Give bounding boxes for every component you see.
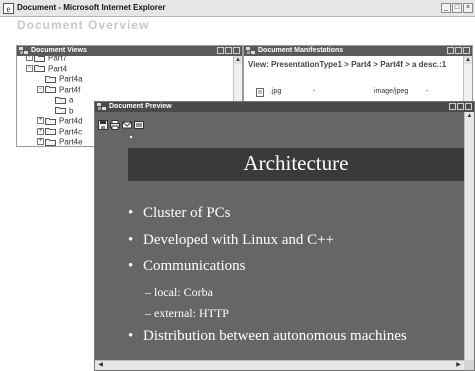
svg-text:e: e [7, 4, 11, 14]
mail-icon[interactable] [122, 120, 132, 130]
manifestation-breadcrumb: View: PresentationType1 > Part4 > Part4f… [248, 60, 447, 69]
window-title: Document - Microsoft Internet Explorer [17, 3, 166, 12]
manifestation-name: .jpg [270, 88, 282, 95]
tree-item-label: Part7 [48, 56, 68, 63]
panel-minimize-icon[interactable] [449, 103, 456, 110]
manifestations-header: Document Manifestations [244, 46, 472, 56]
minimize-button[interactable]: _ [441, 3, 451, 13]
slide-dot [130, 136, 132, 138]
close-button[interactable]: × [463, 3, 473, 13]
copy-icon[interactable] [134, 120, 144, 130]
panel-restore-icon[interactable] [455, 47, 462, 54]
internet-explorer-icon: e [3, 3, 14, 14]
panel-minimize-icon[interactable] [217, 47, 224, 54]
scroll-corner [464, 360, 474, 370]
folder-icon [45, 117, 56, 125]
scroll-right-icon[interactable]: ▶ [454, 361, 463, 370]
panel-close-icon[interactable] [465, 103, 472, 110]
tree-item-label: Part4a [59, 74, 83, 84]
document-preview-window: Document Preview Architecture • Cluster o… [94, 101, 475, 371]
manifestation-row[interactable]: .jpg - image/jpeg - [256, 88, 460, 100]
page-title: Document Overview [17, 18, 150, 32]
expander-icon[interactable]: + [37, 138, 44, 146]
scroll-up-icon[interactable]: ▲ [465, 112, 474, 121]
folder-icon [55, 96, 66, 104]
panel-restore-icon[interactable] [225, 47, 232, 54]
tree-item-label: Part4d [59, 116, 83, 126]
folder-icon [45, 128, 56, 136]
sub-bullet-1: – local: Corba [145, 285, 213, 299]
print-icon[interactable] [110, 120, 120, 130]
panel-close-icon[interactable] [233, 47, 240, 54]
bullet-1: • Cluster of PCs [128, 205, 231, 221]
window-title-bar: e Document - Microsoft Internet Explorer… [0, 0, 475, 17]
save-icon[interactable] [98, 120, 108, 130]
panel-restore-icon[interactable] [457, 103, 464, 110]
scroll-up-icon[interactable]: ▲ [234, 56, 242, 64]
manifestation-mime: image/jpeg [374, 88, 409, 95]
expander-icon[interactable]: − [26, 64, 33, 72]
folder-icon [45, 86, 56, 94]
tree-item-label: a [69, 95, 74, 105]
slide-title: Architecture [243, 151, 349, 175]
preview-title: Document Preview [109, 103, 172, 110]
folder-icon [45, 75, 56, 83]
folder-icon [34, 56, 45, 62]
bullet-text: Communications [143, 258, 246, 274]
tree-item-label: Part4c [59, 126, 83, 136]
bullet-text: Cluster of PCs [143, 205, 231, 221]
document-views-title: Document Views [31, 47, 87, 54]
views-icon [19, 47, 28, 54]
expander-icon[interactable]: + [37, 127, 44, 135]
preview-vertical-scrollbar[interactable]: ▲ [464, 112, 474, 360]
expander-icon[interactable]: − [37, 85, 44, 93]
document-manifestations-panel: Document Manifestations View: Presentati… [243, 45, 473, 105]
maximize-button[interactable]: □ [452, 3, 462, 13]
tree-item-label: Part4e [59, 137, 83, 146]
panel-close-icon[interactable] [463, 47, 470, 54]
slide: Architecture • Cluster of PCs • Developed … [95, 112, 464, 360]
slide-title-bar: Architecture [128, 148, 464, 181]
preview-header: Document Preview [95, 102, 474, 112]
document-views-header: Document Views [17, 46, 242, 56]
expander-icon[interactable]: + [37, 117, 44, 125]
folder-icon [45, 138, 56, 146]
file-icon [256, 88, 264, 97]
sub-bullet-2: – external: HTTP [145, 306, 229, 320]
scroll-left-icon[interactable]: ◀ [96, 361, 105, 370]
expander-icon[interactable]: + [26, 56, 33, 62]
tree-item-label: Part4 [48, 63, 68, 73]
folder-icon [34, 65, 45, 73]
tree-item[interactable]: + Part4e [37, 137, 83, 146]
manifestation-col2: - [313, 88, 316, 95]
scroll-up-icon[interactable]: ▲ [464, 56, 472, 64]
panel-minimize-icon[interactable] [447, 47, 454, 54]
manifestations-title: Document Manifestations [258, 47, 344, 54]
bullet-text: Distribution between autonomous machines [143, 328, 407, 344]
folder-icon [55, 107, 66, 115]
tree-item-label: Part4f [59, 84, 81, 94]
manifestations-scrollbar[interactable]: ▲ [463, 56, 472, 104]
bullet-4: • Distribution between autonomous machine… [128, 328, 407, 344]
manifestation-col4: - [426, 88, 429, 95]
manifestations-icon [246, 47, 255, 54]
bullet-text: Developed with Linux and C++ [143, 232, 335, 248]
preview-horizontal-scrollbar[interactable]: ◀ ▶ [95, 360, 464, 370]
preview-icon [97, 103, 106, 110]
bullet-2: • Developed with Linux and C++ [128, 232, 335, 248]
bullet-3: • Communications [128, 258, 246, 274]
tree-item-label: b [69, 105, 74, 115]
